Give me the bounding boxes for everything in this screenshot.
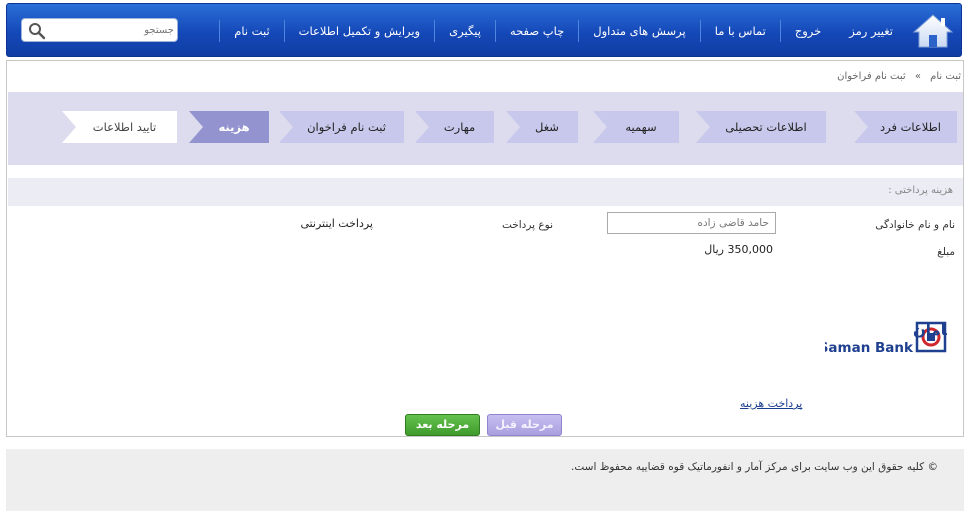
breadcrumb: ثبت نام » ثبت نام فراخوان	[837, 71, 961, 82]
name-label: نام و نام خانوادگی	[875, 219, 955, 231]
copyright-text: © کلیه حقوق این وب سایت برای مرکز آمار و…	[571, 461, 938, 473]
main-menu: ثبت نام ویرایش و تکمیل اطلاعات پیگیری چا…	[219, 4, 907, 58]
menu-item-faq[interactable]: پرسش های متداول	[578, 20, 700, 42]
pay-link[interactable]: پرداخت هزینه	[740, 397, 802, 410]
search-input[interactable]	[52, 21, 174, 39]
step-skills[interactable]: مهارت	[415, 111, 494, 143]
name-field[interactable]	[607, 212, 776, 234]
menu-item-print[interactable]: چاپ صفحه	[494, 20, 578, 42]
menu-item-edit-info[interactable]: ویرایش و تکمیل اطلاعات	[283, 20, 434, 42]
saman-bank-logo[interactable]: بانک سامان Saman Bank	[819, 319, 968, 357]
top-navbar: ثبت نام ویرایش و تکمیل اطلاعات پیگیری چا…	[6, 3, 962, 57]
section-title: هزینه پرداختی :	[888, 185, 953, 196]
step-job[interactable]: شغل	[506, 111, 578, 143]
step-education-info[interactable]: اطلاعات تحصیلی	[696, 111, 826, 143]
main-panel: ثبت نام » ثبت نام فراخوان اطلاعات فرد اط…	[6, 60, 968, 437]
footer: © کلیه حقوق این وب سایت برای مرکز آمار و…	[6, 449, 964, 511]
breadcrumb-item-call-register[interactable]: ثبت نام فراخوان	[837, 71, 906, 82]
payment-type-label: نوع پرداخت	[501, 219, 553, 231]
payment-section-header: هزینه پرداختی :	[8, 178, 963, 206]
prev-step-button[interactable]: مرحله قبل	[487, 414, 562, 436]
step-call-register[interactable]: ثبت نام فراخوان	[279, 111, 404, 143]
menu-item-change-password[interactable]: تغییر رمز	[835, 20, 907, 42]
step-payment[interactable]: هزینه	[189, 111, 269, 143]
amount-value: 350,000 ریال	[704, 243, 773, 256]
step-confirm-info[interactable]: تایید اطلاعات	[62, 111, 177, 143]
bank-name-en: Saman Bank	[825, 340, 914, 356]
amount-label: مبلغ	[937, 246, 955, 258]
bank-name-fa: بانک سامان	[913, 321, 947, 339]
step-personal-info[interactable]: اطلاعات فرد	[854, 111, 957, 143]
wizard-steps: اطلاعات فرد اطلاعات تحصیلی سهمیه شغل مها…	[8, 92, 963, 165]
step-quota[interactable]: سهمیه	[593, 111, 679, 143]
search-box	[21, 18, 178, 42]
menu-item-logout[interactable]: خروج	[779, 20, 835, 42]
breadcrumb-item-register[interactable]: ثبت نام	[930, 71, 961, 82]
search-icon[interactable]	[28, 22, 46, 40]
payment-type-value: پرداخت اینترنتی	[300, 217, 373, 230]
breadcrumb-separator: »	[914, 71, 921, 82]
menu-item-register[interactable]: ثبت نام	[219, 20, 283, 42]
next-step-button[interactable]: مرحله بعد	[405, 414, 480, 436]
menu-item-contact[interactable]: تماس با ما	[699, 20, 780, 42]
home-icon[interactable]	[911, 10, 955, 52]
menu-item-tracking[interactable]: پیگیری	[434, 20, 495, 42]
